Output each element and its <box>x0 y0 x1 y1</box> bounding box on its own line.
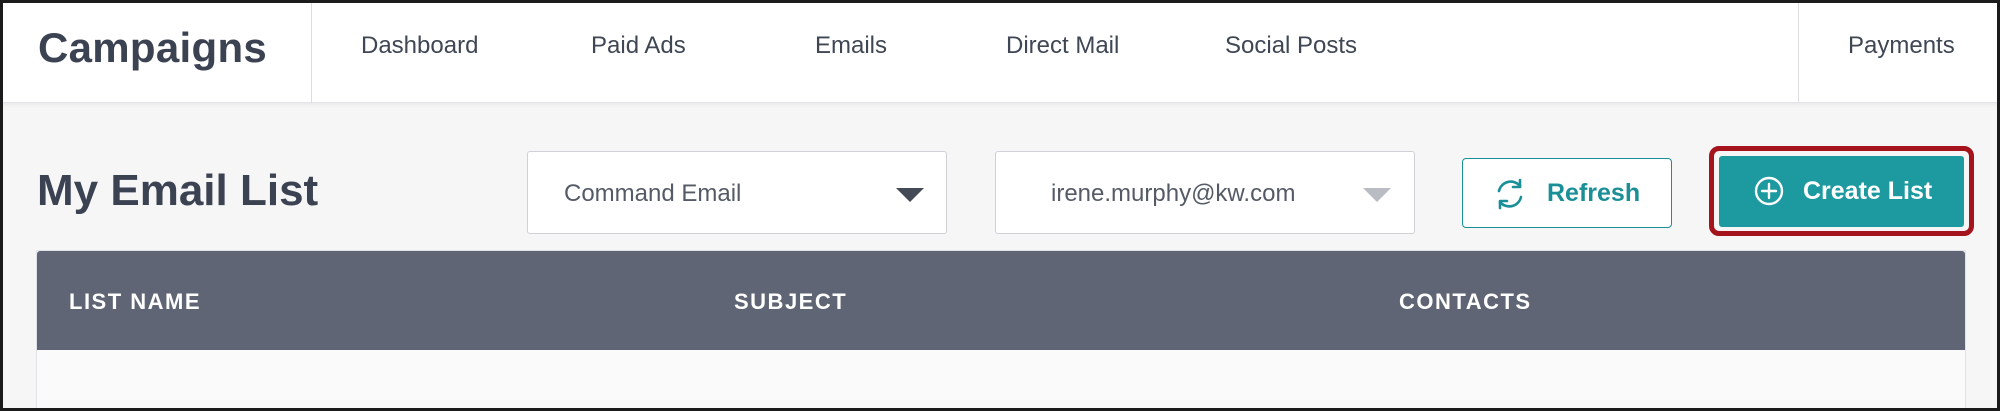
account-dropdown[interactable]: irene.murphy@kw.com <box>995 151 1415 234</box>
source-dropdown[interactable]: Command Email <box>527 151 947 234</box>
table-header: LIST NAME SUBJECT CONTACTS <box>37 251 1965 350</box>
column-header-contacts[interactable]: CONTACTS <box>1399 289 1532 315</box>
nav-direct-mail[interactable]: Direct Mail <box>1006 32 1119 60</box>
plus-circle-icon <box>1754 176 1784 206</box>
create-list-button-label: Create List <box>1803 177 1933 205</box>
create-list-button[interactable]: Create List <box>1719 156 1964 227</box>
nav-emails[interactable]: Emails <box>815 32 887 60</box>
chevron-down-icon <box>1363 188 1391 202</box>
column-header-subject[interactable]: SUBJECT <box>734 289 847 315</box>
nav-social-posts[interactable]: Social Posts <box>1225 32 1357 60</box>
refresh-button-label: Refresh <box>1547 179 1641 207</box>
refresh-button[interactable]: Refresh <box>1462 158 1672 228</box>
nav-payments[interactable]: Payments <box>1848 32 1955 60</box>
nav-paid-ads[interactable]: Paid Ads <box>591 32 686 60</box>
nav-divider <box>311 3 312 103</box>
refresh-icon <box>1497 178 1523 210</box>
email-list-table: LIST NAME SUBJECT CONTACTS <box>36 250 1966 411</box>
top-navigation: Campaigns Dashboard Paid Ads Emails Dire… <box>0 0 2000 103</box>
source-dropdown-value: Command Email <box>564 180 742 207</box>
chevron-down-icon <box>896 188 924 202</box>
column-header-list-name[interactable]: LIST NAME <box>69 289 201 315</box>
account-dropdown-value: irene.murphy@kw.com <box>1051 180 1296 207</box>
nav-divider <box>1798 3 1799 103</box>
app-title: Campaigns <box>38 24 268 71</box>
nav-dashboard[interactable]: Dashboard <box>361 32 478 60</box>
page-title: My Email List <box>37 166 319 215</box>
